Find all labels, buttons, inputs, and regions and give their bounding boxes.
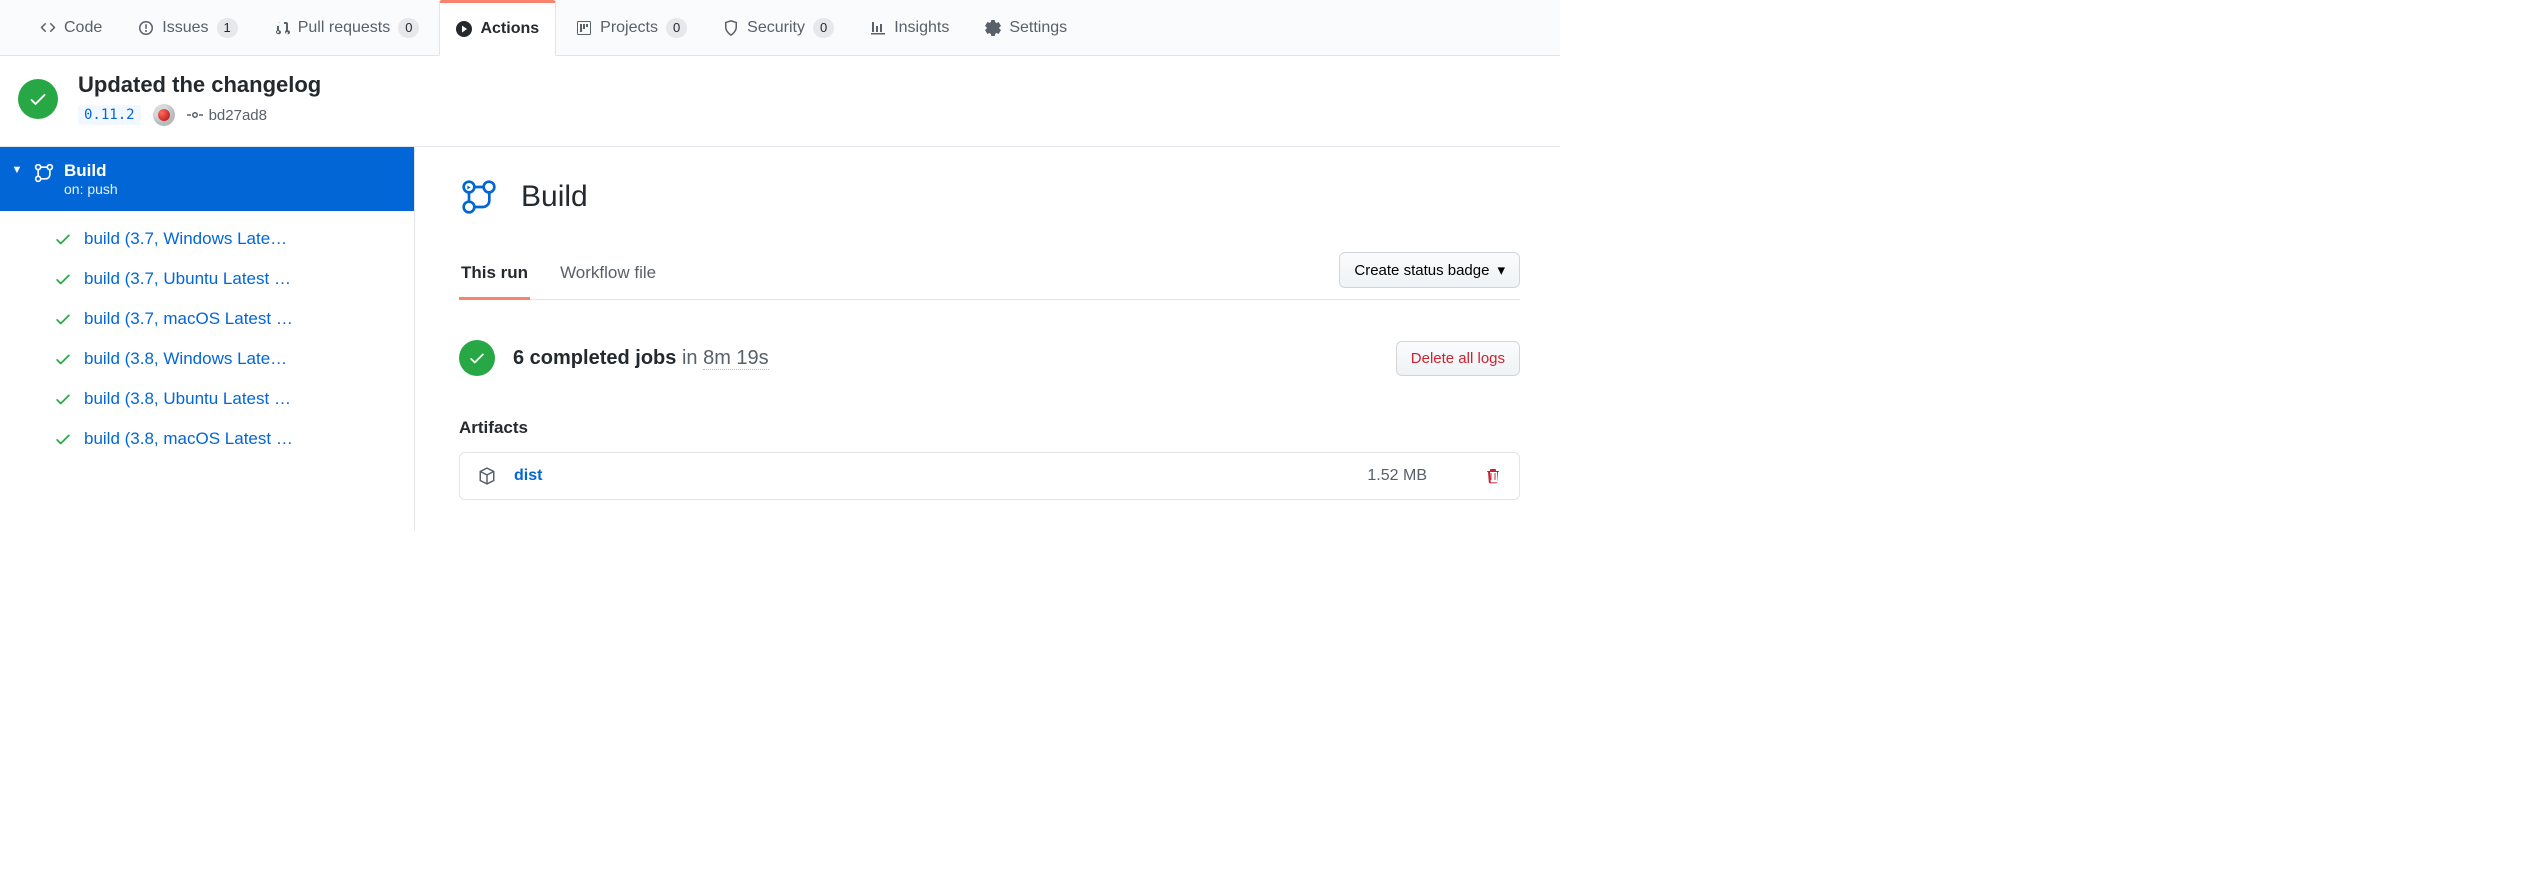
workflow-trigger: on: push bbox=[64, 181, 118, 197]
commit-sha[interactable]: bd27ad8 bbox=[187, 107, 267, 124]
projects-count: 0 bbox=[666, 18, 687, 38]
workflow-icon bbox=[459, 177, 499, 217]
content-pane: Build This run Workflow file Create stat… bbox=[415, 147, 1560, 530]
summary-duration: 8m 19s bbox=[703, 347, 769, 370]
job-item[interactable]: build (3.8, Ubuntu Latest … bbox=[0, 379, 414, 419]
workflow-row[interactable]: ▼ Build on: push bbox=[0, 147, 414, 211]
shield-icon bbox=[723, 20, 739, 36]
check-icon bbox=[54, 230, 72, 248]
create-status-badge-button[interactable]: Create status badge ▾ bbox=[1339, 252, 1520, 288]
job-item[interactable]: build (3.7, macOS Latest … bbox=[0, 299, 414, 339]
check-icon bbox=[54, 310, 72, 328]
main-layout: ▼ Build on: push build (3.7, Windows Lat… bbox=[0, 147, 1560, 530]
job-name: build (3.7, Windows Late… bbox=[84, 229, 287, 249]
workflow-icon bbox=[34, 163, 54, 186]
project-icon bbox=[576, 20, 592, 36]
gear-icon bbox=[985, 20, 1001, 36]
job-item[interactable]: build (3.7, Windows Late… bbox=[0, 219, 414, 259]
tab-settings-label: Settings bbox=[1009, 19, 1067, 37]
run-subnav: This run Workflow file Create status bad… bbox=[459, 251, 1520, 300]
job-name: build (3.7, macOS Latest … bbox=[84, 309, 293, 329]
delete-artifact-button[interactable] bbox=[1485, 468, 1501, 484]
tab-settings[interactable]: Settings bbox=[969, 0, 1083, 56]
artifact-row: dist 1.52 MB bbox=[459, 452, 1520, 500]
run-tag[interactable]: 0.11.2 bbox=[78, 105, 141, 125]
job-name: build (3.8, Ubuntu Latest … bbox=[84, 389, 291, 409]
job-item[interactable]: build (3.8, macOS Latest … bbox=[0, 419, 414, 459]
check-icon bbox=[54, 430, 72, 448]
security-count: 0 bbox=[813, 18, 834, 38]
check-icon bbox=[54, 350, 72, 368]
job-name: build (3.8, macOS Latest … bbox=[84, 429, 293, 449]
summary-success-icon bbox=[459, 340, 495, 376]
summary-row: 6 completed jobs in 8m 19s Delete all lo… bbox=[459, 340, 1520, 376]
package-icon bbox=[478, 467, 496, 485]
run-status-success-icon bbox=[18, 79, 58, 119]
commit-icon bbox=[187, 107, 203, 123]
check-icon bbox=[54, 270, 72, 288]
tab-security[interactable]: Security 0 bbox=[707, 0, 850, 56]
issue-icon bbox=[138, 20, 154, 36]
pulls-count: 0 bbox=[398, 18, 419, 38]
workflow-sidebar: ▼ Build on: push build (3.7, Windows Lat… bbox=[0, 147, 415, 530]
summary-text: 6 completed jobs in 8m 19s bbox=[513, 347, 769, 370]
code-icon bbox=[40, 20, 56, 36]
tab-actions[interactable]: Actions bbox=[439, 0, 556, 56]
artifact-name-link[interactable]: dist bbox=[514, 467, 542, 485]
tab-pulls[interactable]: Pull requests 0 bbox=[258, 0, 436, 56]
caret-down-icon: ▾ bbox=[1497, 261, 1505, 279]
tab-code-label: Code bbox=[64, 19, 102, 37]
tab-workflow-file[interactable]: Workflow file bbox=[558, 251, 658, 299]
tab-projects[interactable]: Projects 0 bbox=[560, 0, 703, 56]
tab-this-run[interactable]: This run bbox=[459, 251, 530, 300]
tab-insights-label: Insights bbox=[894, 19, 949, 37]
pane-title: Build bbox=[521, 180, 588, 214]
git-pull-request-icon bbox=[274, 20, 290, 36]
tab-issues-label: Issues bbox=[162, 19, 208, 37]
workflow-name: Build bbox=[64, 161, 118, 181]
artifact-list: dist 1.52 MB bbox=[459, 452, 1520, 500]
run-header: Updated the changelog 0.11.2 bd27ad8 bbox=[0, 56, 1560, 147]
job-name: build (3.8, Windows Late… bbox=[84, 349, 287, 369]
delete-all-logs-button[interactable]: Delete all logs bbox=[1396, 341, 1520, 376]
issues-count: 1 bbox=[217, 18, 238, 38]
artifact-size: 1.52 MB bbox=[1367, 467, 1427, 485]
tab-security-label: Security bbox=[747, 19, 805, 37]
tab-projects-label: Projects bbox=[600, 19, 658, 37]
tab-insights[interactable]: Insights bbox=[854, 0, 965, 56]
graph-icon bbox=[870, 20, 886, 36]
repo-tabnav: Code Issues 1 Pull requests 0 Actions Pr… bbox=[0, 0, 1560, 56]
tab-pulls-label: Pull requests bbox=[298, 19, 391, 37]
tab-actions-label: Actions bbox=[480, 20, 539, 38]
check-icon bbox=[54, 390, 72, 408]
job-name: build (3.7, Ubuntu Latest … bbox=[84, 269, 291, 289]
chevron-down-icon[interactable]: ▼ bbox=[10, 164, 24, 176]
run-title: Updated the changelog bbox=[78, 72, 321, 98]
job-item[interactable]: build (3.8, Windows Late… bbox=[0, 339, 414, 379]
job-list: build (3.7, Windows Late… build (3.7, Ubu… bbox=[0, 211, 414, 467]
actor-avatar[interactable] bbox=[153, 104, 175, 126]
play-circle-icon bbox=[456, 21, 472, 37]
tab-code[interactable]: Code bbox=[24, 0, 118, 56]
tab-issues[interactable]: Issues 1 bbox=[122, 0, 253, 56]
job-item[interactable]: build (3.7, Ubuntu Latest … bbox=[0, 259, 414, 299]
artifacts-heading: Artifacts bbox=[459, 418, 1520, 438]
